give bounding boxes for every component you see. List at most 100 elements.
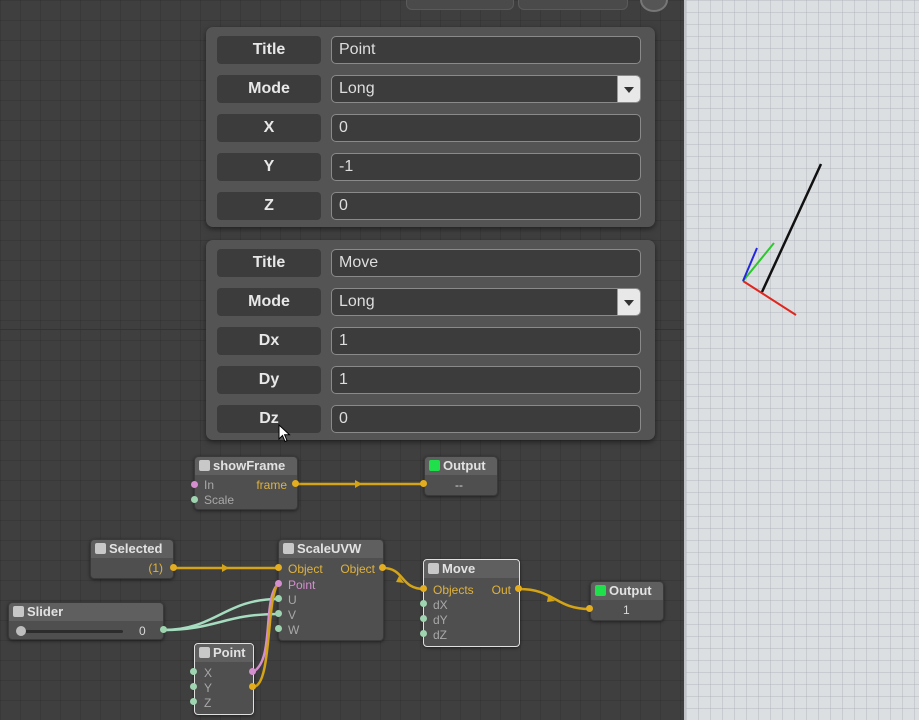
dz-input[interactable]: 0 [331, 405, 641, 433]
input-port[interactable] [275, 610, 282, 617]
node-enable-checkbox[interactable] [199, 647, 210, 658]
node-selected[interactable]: Selected (1) [90, 539, 174, 579]
wire-slider-u [162, 597, 280, 632]
chevron-down-icon[interactable] [617, 289, 640, 315]
output-port[interactable] [170, 564, 177, 571]
node-enable-checkbox[interactable] [428, 563, 439, 574]
input-port[interactable] [420, 630, 427, 637]
viewport-scene [742, 163, 823, 316]
slider-value: 0 [139, 624, 146, 638]
property-label: Mode [217, 288, 321, 316]
3d-viewport[interactable] [684, 0, 919, 720]
input-port[interactable] [420, 615, 427, 622]
output-port[interactable] [515, 585, 522, 592]
node-enable-checkbox[interactable] [595, 585, 606, 596]
property-label: Dx [217, 327, 321, 355]
input-port[interactable] [275, 625, 282, 632]
wire-slider-v [162, 612, 280, 632]
mouse-cursor-icon [278, 424, 291, 443]
input-port[interactable] [190, 698, 197, 705]
port-label: Point [288, 578, 316, 592]
node-point[interactable]: Point X Y Z [194, 643, 254, 715]
toolbar-tab-1[interactable] [406, 0, 514, 10]
input-port[interactable] [420, 600, 427, 607]
output-port[interactable] [160, 626, 167, 633]
node-header[interactable]: Move [424, 560, 519, 578]
wire-arrow [355, 480, 362, 488]
moved-point-line [760, 163, 823, 293]
axis-z-icon [742, 247, 758, 282]
node-output-move[interactable]: Output 1 [590, 581, 664, 621]
output-port[interactable] [249, 683, 256, 690]
node-enable-checkbox[interactable] [13, 606, 24, 617]
node-header[interactable]: ScaleUVW [279, 540, 383, 558]
axis-x-icon [742, 280, 797, 316]
input-port[interactable] [275, 580, 282, 587]
wire-arrow [396, 576, 404, 583]
selected-count: (1) [148, 561, 163, 575]
wire-arrow [222, 564, 229, 572]
node-enable-checkbox[interactable] [429, 460, 440, 471]
node-move[interactable]: Move Objects dX dY dZ Out [423, 559, 520, 647]
output-port[interactable] [249, 668, 256, 675]
output-value: 1 [623, 603, 630, 617]
port-label: Z [204, 696, 212, 710]
input-port[interactable] [420, 480, 427, 487]
property-label: Mode [217, 75, 321, 103]
property-label: X [217, 114, 321, 142]
dy-input[interactable]: 1 [331, 366, 641, 394]
port-label: dZ [433, 628, 448, 642]
node-enable-checkbox[interactable] [95, 543, 106, 554]
toolbar-round-button[interactable] [640, 0, 668, 12]
node-scaleuvw[interactable]: ScaleUVW Object Point U V W Object [278, 539, 384, 641]
title-input[interactable]: Point [331, 36, 641, 64]
input-port[interactable] [191, 481, 198, 488]
node-title: Point [213, 645, 246, 660]
node-header[interactable]: Slider [9, 603, 163, 621]
title-input[interactable]: Move [331, 249, 641, 277]
output-port[interactable] [292, 480, 299, 487]
output-port[interactable] [379, 564, 386, 571]
node-header[interactable]: Selected [91, 540, 173, 558]
wire-scaleuvw-move [381, 566, 426, 591]
mode-select[interactable]: Long [331, 288, 641, 316]
node-title: Output [443, 458, 486, 473]
y-input[interactable]: -1 [331, 153, 641, 181]
z-input[interactable]: 0 [331, 192, 641, 220]
output-value: -- [455, 478, 463, 492]
port-label: X [204, 666, 213, 680]
slider-handle[interactable] [16, 626, 26, 636]
chevron-down-icon[interactable] [617, 76, 640, 102]
node-header[interactable]: Point [195, 644, 253, 662]
input-port[interactable] [190, 683, 197, 690]
mode-select[interactable]: Long [331, 75, 641, 103]
slider-track[interactable] [19, 630, 123, 633]
node-header[interactable]: Output [591, 582, 663, 600]
property-label: Title [217, 249, 321, 277]
node-header[interactable]: showFrame [195, 457, 297, 475]
node-showframe[interactable]: showFrame In Scale frame [191, 456, 298, 510]
mode-select-value: Long [339, 80, 375, 97]
node-slider[interactable]: Slider 0 [8, 602, 164, 640]
port-label: Object [340, 562, 375, 576]
toolbar-tab-2[interactable] [518, 0, 628, 10]
node-output-frame[interactable]: Output -- [424, 456, 498, 496]
node-header[interactable]: Output [425, 457, 497, 475]
property-label: Dz [217, 405, 321, 433]
input-port[interactable] [420, 585, 427, 592]
port-label: Out [491, 583, 511, 597]
wire-move-output [517, 587, 592, 611]
port-label: dY [433, 613, 448, 627]
node-editor-canvas[interactable]: Title Point Mode Long X 0 Y -1 Z 0 Title… [0, 0, 684, 720]
node-title: Slider [27, 604, 64, 619]
input-port[interactable] [190, 668, 197, 675]
input-port[interactable] [191, 496, 198, 503]
input-port[interactable] [586, 605, 593, 612]
node-enable-checkbox[interactable] [283, 543, 294, 554]
input-port[interactable] [275, 564, 282, 571]
x-input[interactable]: 0 [331, 114, 641, 142]
input-port[interactable] [275, 595, 282, 602]
node-enable-checkbox[interactable] [199, 460, 210, 471]
dx-input[interactable]: 1 [331, 327, 641, 355]
port-label: W [288, 623, 300, 637]
